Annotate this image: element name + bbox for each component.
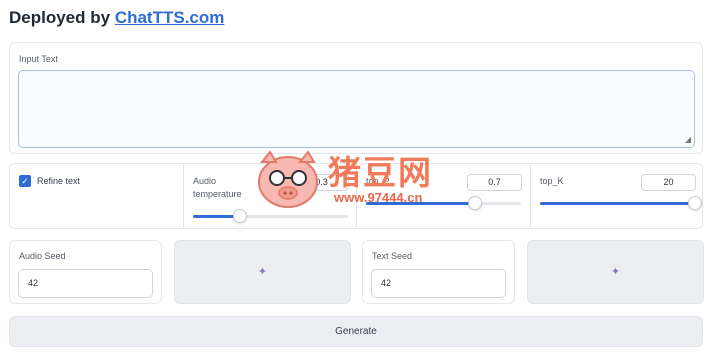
input-text-panel: Input Text ◢	[9, 42, 703, 154]
audio-seed-label: Audio Seed	[19, 251, 66, 261]
chattts-link[interactable]: ChatTTS.com	[115, 8, 225, 27]
refine-text-cell: ✓ Refine text	[10, 164, 183, 228]
dice-icon: ✦	[610, 266, 621, 278]
audio-seed-random-button[interactable]: ✦	[174, 240, 351, 304]
audio-seed-panel: Audio Seed 42	[9, 240, 162, 304]
header-prefix: Deployed by	[9, 8, 115, 27]
page-header: Deployed by ChatTTS.com	[9, 8, 224, 28]
resize-handle-icon[interactable]: ◢	[685, 135, 691, 144]
dice-icon: ✦	[257, 266, 268, 278]
generate-button[interactable]: Generate	[9, 316, 703, 347]
top-k-slider[interactable]	[540, 196, 702, 210]
top-k-cell: top_K 20	[530, 164, 704, 228]
text-seed-panel: Text Seed 42	[362, 240, 515, 304]
input-text-label: Input Text	[19, 54, 58, 64]
top-k-knob[interactable]	[688, 196, 702, 210]
top-k-fill	[540, 202, 695, 205]
pig-logo-icon	[258, 150, 318, 208]
audio-temperature-knob[interactable]	[232, 209, 247, 223]
watermark-title: 猪豆网	[328, 153, 433, 192]
text-seed-label: Text Seed	[372, 251, 413, 261]
refine-text-label[interactable]: Refine text	[37, 176, 80, 186]
input-text-field[interactable]	[18, 70, 695, 148]
text-seed-random-button[interactable]: ✦	[527, 240, 704, 304]
watermark-url: www.97444.cn	[334, 190, 423, 205]
audio-seed-input[interactable]: 42	[18, 269, 153, 298]
text-seed-input[interactable]: 42	[371, 269, 506, 298]
top-k-label: top_K	[540, 176, 564, 186]
watermark: 猪豆网 www.97444.cn	[250, 146, 480, 216]
refine-text-checkbox[interactable]: ✓	[19, 175, 31, 187]
top-k-input[interactable]: 20	[641, 174, 696, 191]
